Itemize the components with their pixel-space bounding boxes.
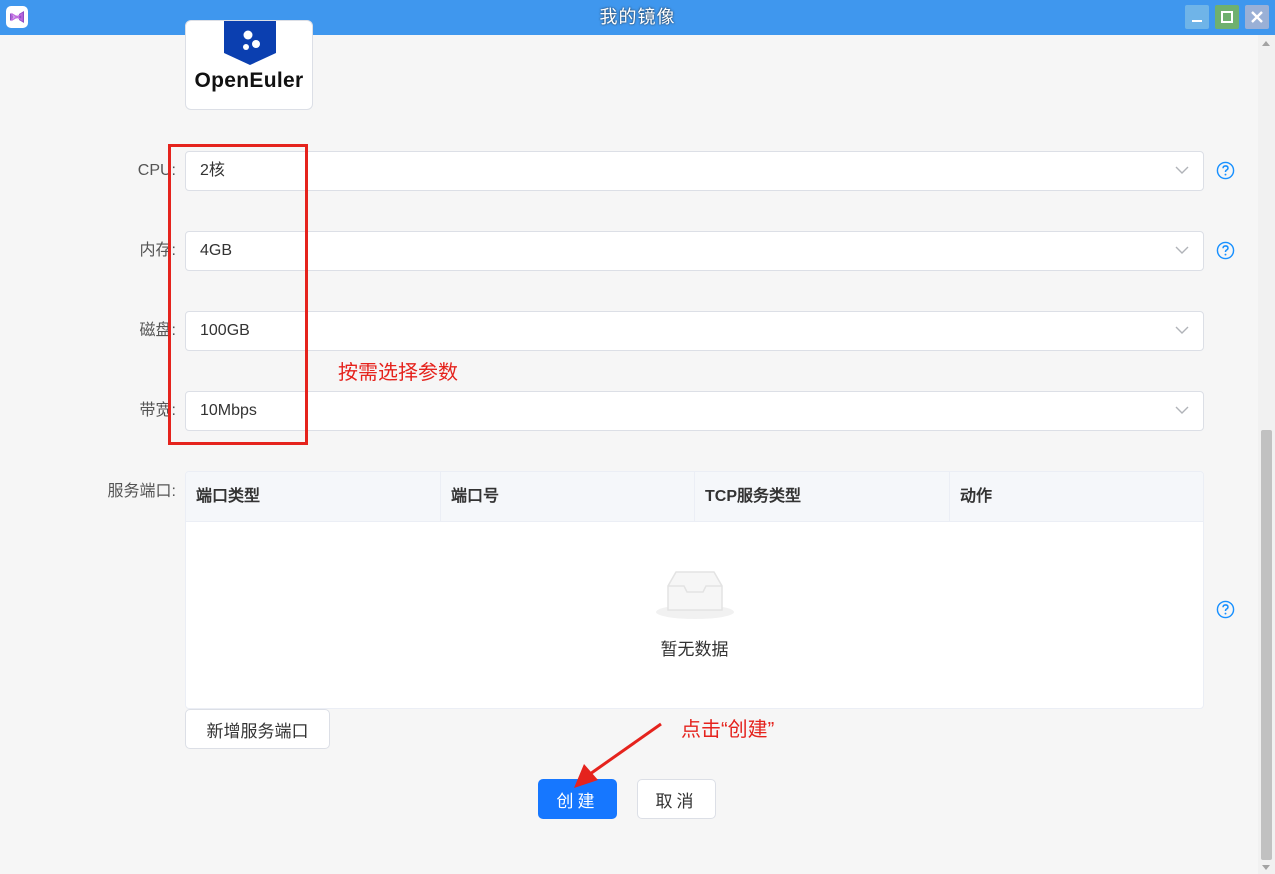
scroll-down-arrow-icon[interactable] bbox=[1262, 865, 1270, 870]
help-icon[interactable] bbox=[1216, 241, 1235, 260]
minimize-icon bbox=[1192, 20, 1202, 22]
empty-data-text: 暂无数据 bbox=[660, 640, 729, 659]
column-header-action: 动作 bbox=[960, 488, 993, 505]
cpu-select[interactable]: 2核 bbox=[185, 151, 1204, 191]
chevron-down-icon bbox=[1175, 246, 1189, 254]
cpu-label: CPU: bbox=[137, 162, 176, 179]
annotation-arrow-icon bbox=[574, 722, 662, 788]
bandwidth-select[interactable]: 10Mbps bbox=[185, 391, 1204, 431]
annotation-params-note: 按需选择参数 bbox=[338, 362, 458, 384]
bandwidth-label: 带宽: bbox=[139, 402, 176, 419]
maximize-button[interactable] bbox=[1215, 5, 1239, 29]
chevron-down-icon bbox=[1175, 326, 1189, 334]
chevron-down-icon bbox=[1175, 166, 1189, 174]
table-header: 端口类型 端口号 TCP服务类型 动作 bbox=[186, 472, 1203, 522]
openeuler-logo-icon bbox=[224, 21, 276, 65]
service-ports-label: 服务端口: bbox=[107, 483, 176, 500]
disk-select[interactable]: 100GB bbox=[185, 311, 1204, 351]
empty-inbox-icon bbox=[656, 571, 734, 619]
column-header-port-number: 端口号 bbox=[441, 472, 695, 522]
annotation-create-note: 点击“创建” bbox=[681, 719, 775, 741]
annotation-highlight-box bbox=[168, 144, 308, 445]
column-header-tcp-service-type: TCP服务类型 bbox=[695, 472, 950, 522]
minimize-button[interactable] bbox=[1185, 5, 1209, 29]
help-icon[interactable] bbox=[1216, 600, 1235, 619]
add-service-port-button[interactable]: 新增服务端口 bbox=[185, 709, 330, 749]
chevron-down-icon bbox=[1175, 406, 1189, 414]
memory-select[interactable]: 4GB bbox=[185, 231, 1204, 271]
scroll-thumb[interactable] bbox=[1261, 430, 1272, 860]
maximize-icon bbox=[1221, 11, 1233, 23]
service-ports-table: 端口类型 端口号 TCP服务类型 动作 暂无数据 bbox=[185, 471, 1204, 709]
scroll-up-arrow-icon[interactable] bbox=[1262, 41, 1270, 46]
memory-label: 内存: bbox=[139, 242, 176, 259]
close-button[interactable] bbox=[1245, 5, 1269, 29]
disk-label: 磁盘: bbox=[139, 322, 176, 339]
help-icon[interactable] bbox=[1216, 161, 1235, 180]
vertical-scrollbar[interactable] bbox=[1258, 35, 1275, 874]
column-header-port-type: 端口类型 bbox=[186, 472, 441, 522]
close-icon bbox=[1251, 11, 1263, 23]
image-logo-card[interactable]: OpenEuler bbox=[185, 20, 313, 110]
image-logo-text: OpenEuler bbox=[194, 69, 304, 92]
